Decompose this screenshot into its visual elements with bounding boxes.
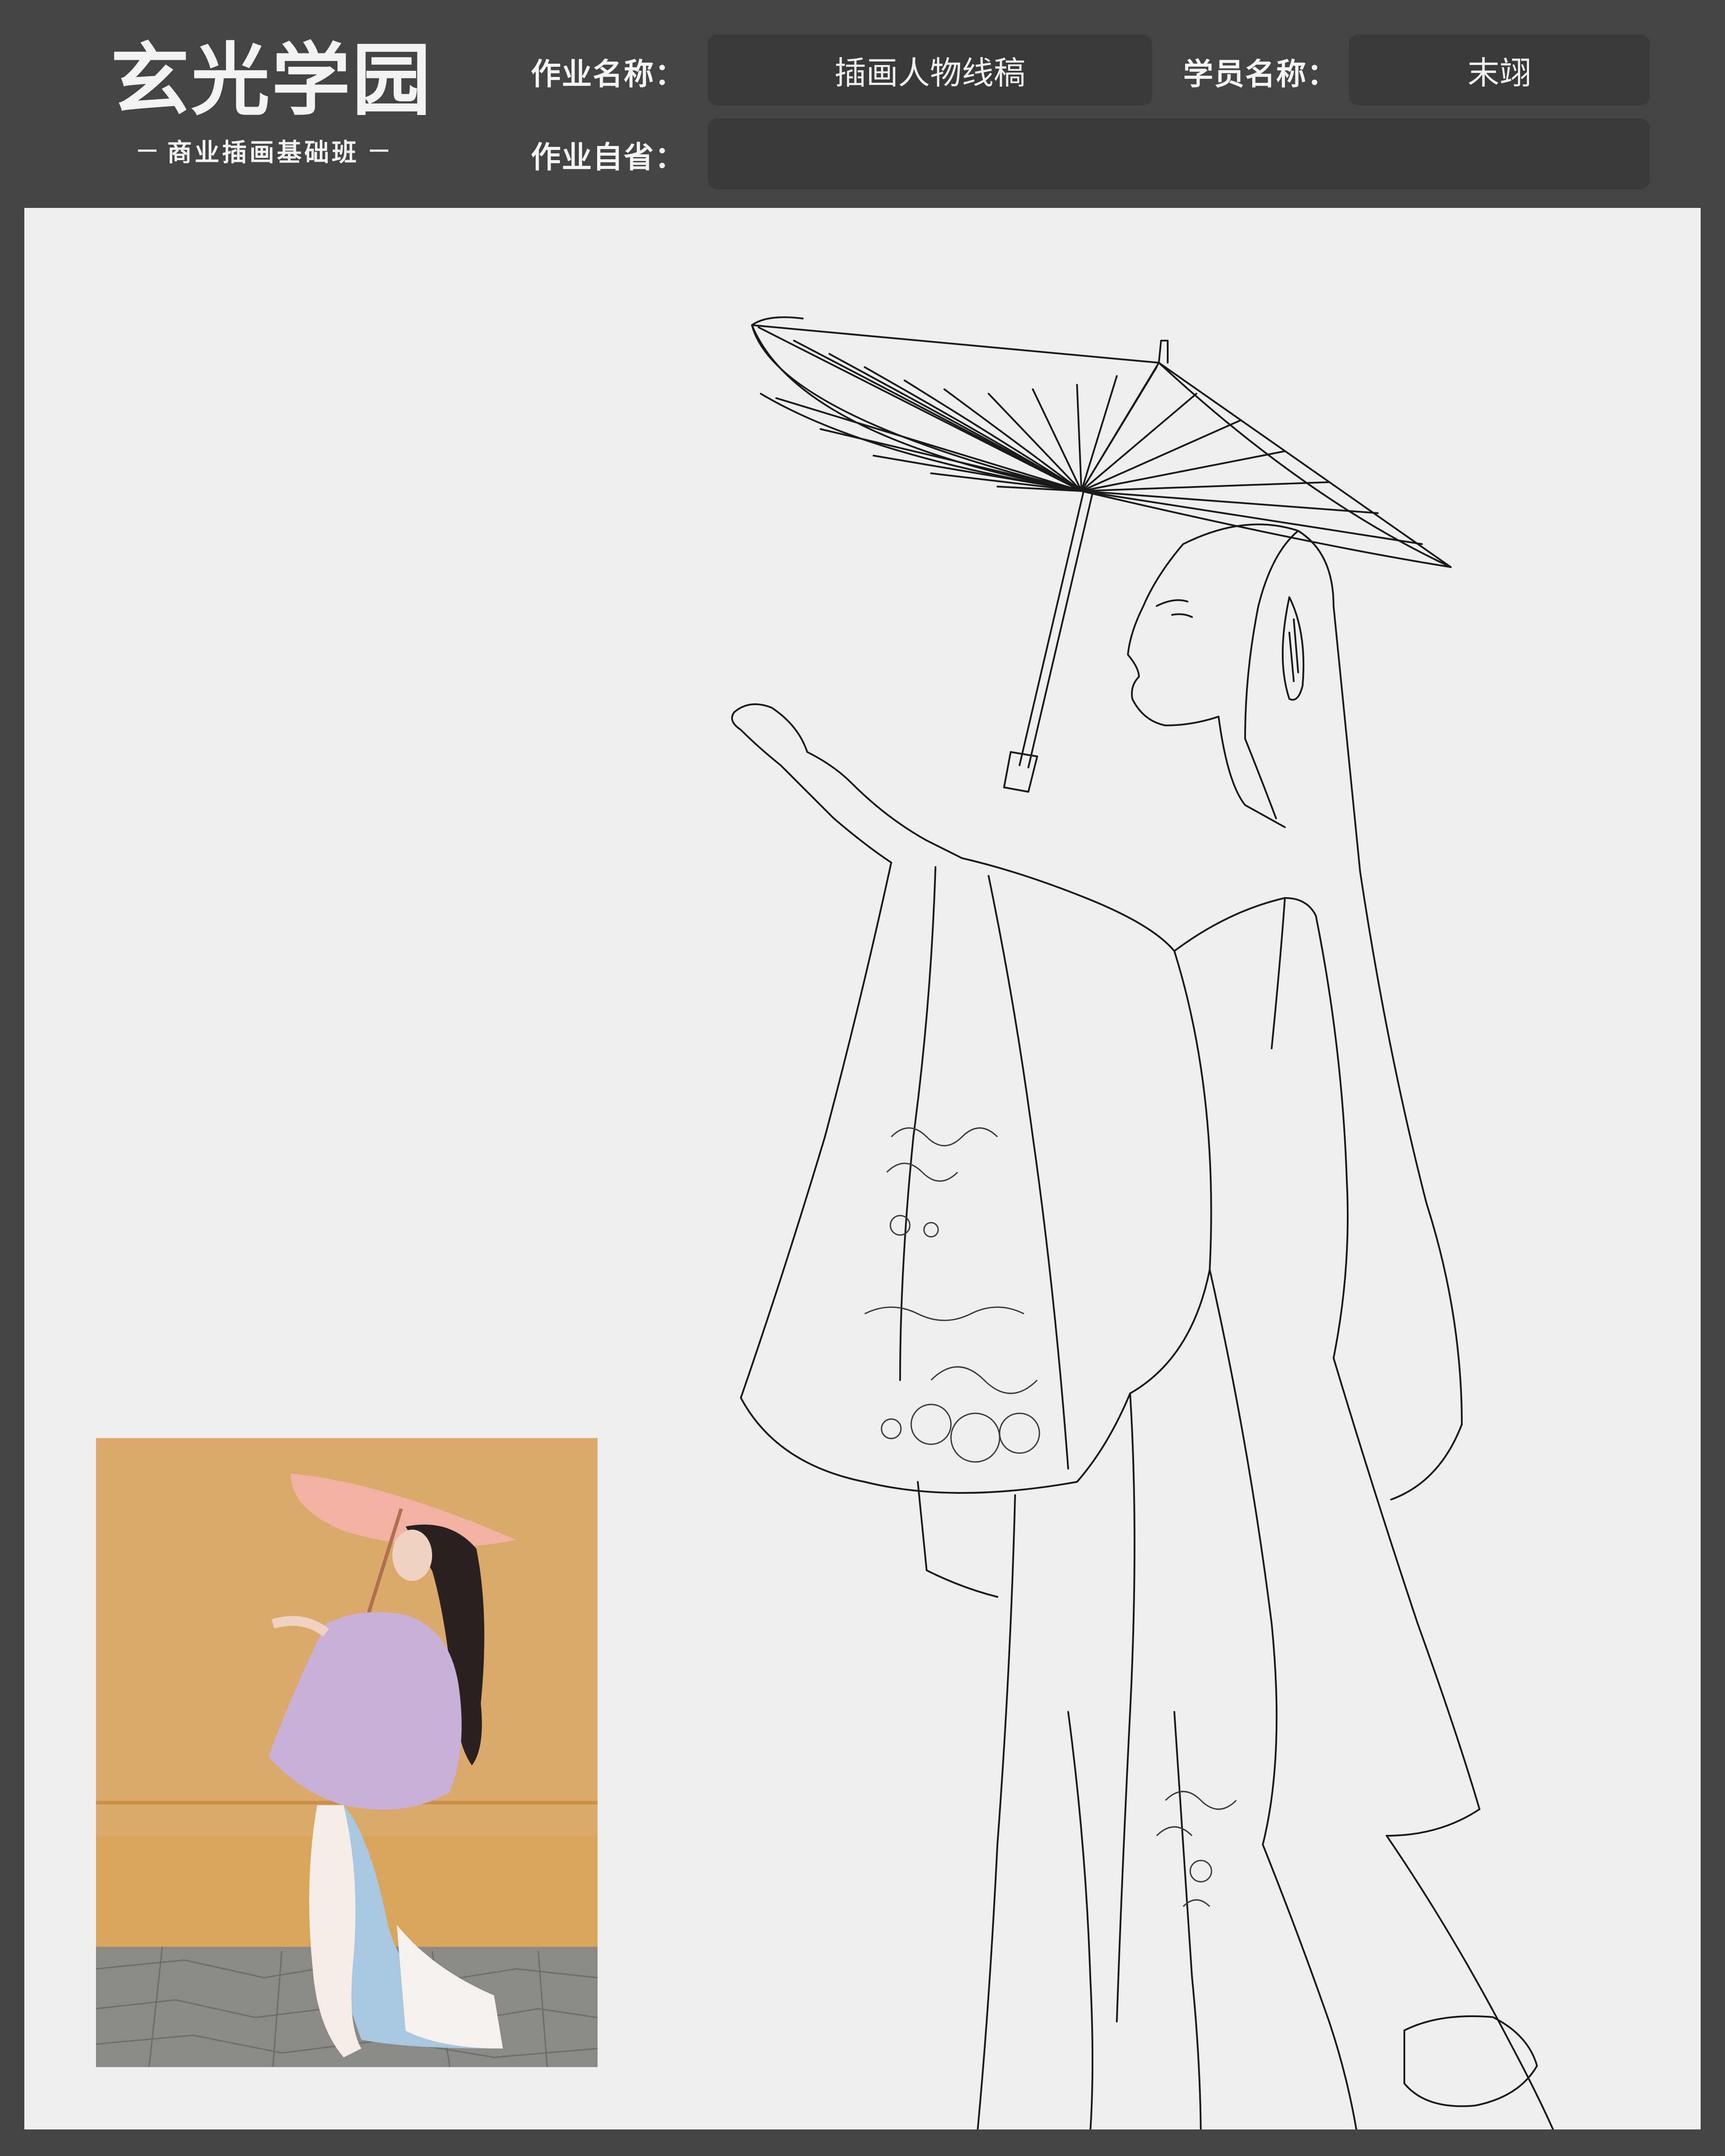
- assignment-name-label: 作业名称：: [531, 57, 686, 92]
- subtitle-dash-right: [370, 149, 388, 152]
- class-subtitle-text: 商业插画基础班: [167, 138, 359, 167]
- reference-photo: [96, 1438, 598, 2067]
- homework-header: 玄光学园 商业插画基础班 作业名称： 插画人物线稿 学员名称： 末翊 作业自省：: [0, 0, 1725, 208]
- assignment-name-field[interactable]: 插画人物线稿: [708, 35, 1152, 105]
- student-name-label: 学员名称：: [1183, 57, 1338, 92]
- artwork-canvas: [24, 208, 1701, 2129]
- student-name-field[interactable]: 末翊: [1349, 35, 1650, 105]
- school-logo-title: 玄光学园: [111, 35, 433, 126]
- umbrella-icon: [751, 316, 1452, 793]
- subtitle-dash-left: [138, 149, 157, 152]
- self-review-label: 作业自省：: [531, 140, 686, 175]
- class-subtitle: 商业插画基础班: [111, 133, 416, 168]
- reference-photo-image: [96, 1438, 598, 2067]
- self-review-field[interactable]: [708, 119, 1650, 189]
